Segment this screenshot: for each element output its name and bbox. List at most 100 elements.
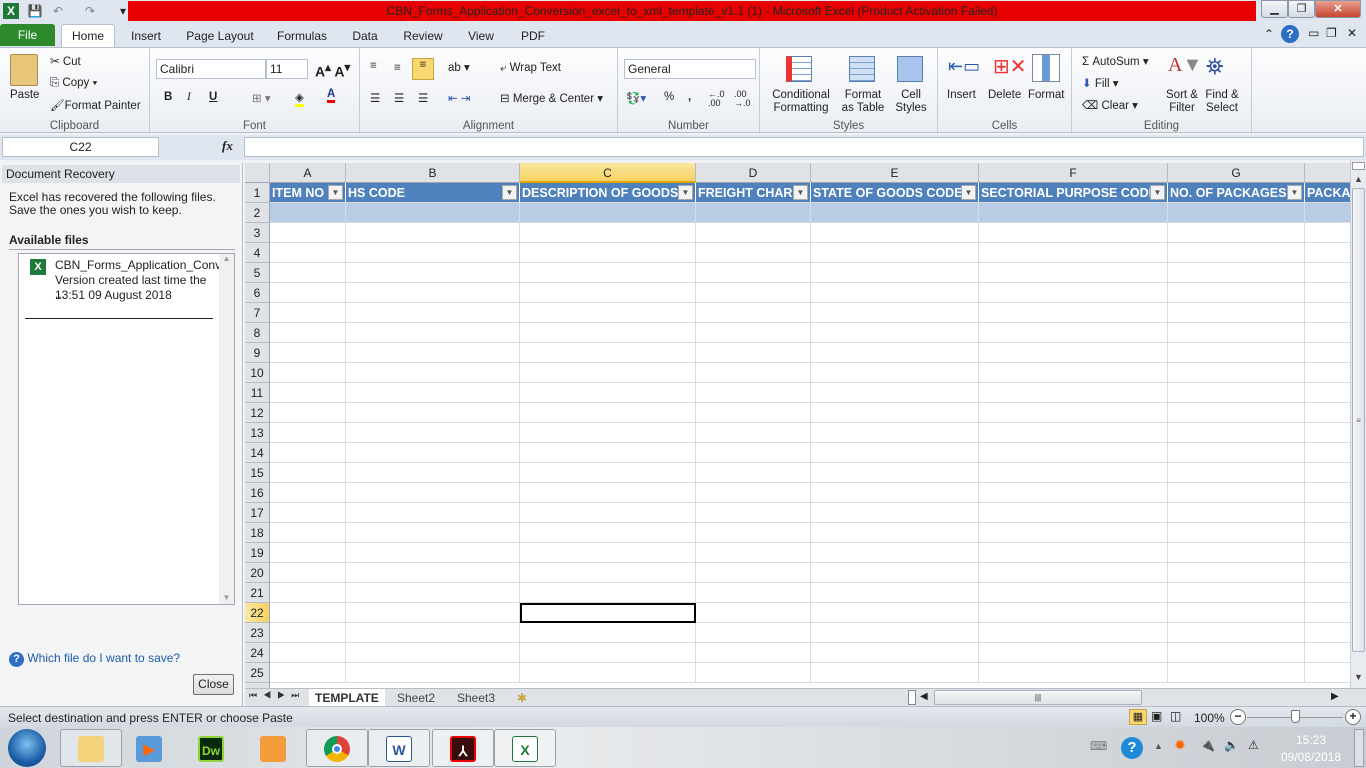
cell[interactable]: [696, 563, 811, 583]
cell[interactable]: [270, 383, 346, 403]
taskbar-media-player[interactable]: ▶: [118, 729, 180, 767]
clock-time[interactable]: 15:23: [1280, 733, 1342, 747]
row-header[interactable]: 4: [245, 243, 270, 263]
column-header[interactable]: [1305, 163, 1350, 183]
cell[interactable]: [1168, 343, 1305, 363]
cell[interactable]: [346, 443, 520, 463]
cell[interactable]: [979, 603, 1168, 623]
close-window-button[interactable]: ✕: [1315, 0, 1361, 18]
cell[interactable]: [696, 643, 811, 663]
cell[interactable]: [1168, 603, 1305, 623]
cell[interactable]: [1168, 583, 1305, 603]
cell[interactable]: [1168, 443, 1305, 463]
cell[interactable]: [270, 263, 346, 283]
table-header-cell[interactable]: PACKA: [1305, 183, 1350, 203]
cell[interactable]: [520, 423, 696, 443]
cell[interactable]: [979, 223, 1168, 243]
cell[interactable]: [346, 243, 520, 263]
tab-file[interactable]: File: [0, 24, 55, 46]
cell[interactable]: [979, 623, 1168, 643]
row-header[interactable]: 2: [245, 203, 270, 223]
cell[interactable]: [346, 403, 520, 423]
underline-button[interactable]: U: [209, 91, 217, 103]
cell[interactable]: [979, 403, 1168, 423]
row-header[interactable]: 7: [245, 303, 270, 323]
currency-icon[interactable]: 💱▾: [626, 91, 646, 105]
cell[interactable]: [346, 643, 520, 663]
zoom-slider-thumb[interactable]: [1291, 710, 1300, 723]
cell[interactable]: [979, 463, 1168, 483]
indent-icons[interactable]: ⇤ ⇥: [448, 91, 470, 105]
taskbar-acrobat[interactable]: ⅄: [432, 729, 494, 767]
cell[interactable]: [270, 483, 346, 503]
cell[interactable]: [270, 523, 346, 543]
cell[interactable]: [696, 423, 811, 443]
filter-dropdown-icon[interactable]: ▼: [678, 185, 693, 200]
help-link[interactable]: ? Which file do I want to save?: [9, 651, 180, 667]
taskbar-photo-viewer[interactable]: [242, 729, 304, 767]
cell[interactable]: [1305, 543, 1350, 563]
cell[interactable]: [979, 663, 1168, 683]
font-color-icon[interactable]: A: [327, 88, 336, 103]
tab-home[interactable]: Home: [61, 24, 115, 48]
cell[interactable]: [520, 223, 696, 243]
taskbar-dreamweaver[interactable]: Dw: [180, 729, 242, 767]
cell[interactable]: [520, 483, 696, 503]
workbook-close-icon[interactable]: ✕: [1347, 26, 1357, 40]
cell[interactable]: [811, 203, 979, 223]
paste-button[interactable]: Paste: [10, 89, 39, 101]
cell[interactable]: [1168, 463, 1305, 483]
cell[interactable]: [346, 583, 520, 603]
cell[interactable]: [979, 483, 1168, 503]
page-break-view-icon[interactable]: ◫: [1170, 709, 1181, 723]
cell[interactable]: [346, 383, 520, 403]
cell[interactable]: [811, 343, 979, 363]
show-desktop-button[interactable]: [1354, 729, 1364, 767]
cell[interactable]: [696, 583, 811, 603]
cell[interactable]: [811, 283, 979, 303]
table-header-cell[interactable]: ITEM NO ▼: [270, 183, 346, 203]
cell[interactable]: [811, 603, 979, 623]
table-header-cell[interactable]: NO. OF PACKAGES ▼: [1168, 183, 1305, 203]
cell[interactable]: [811, 263, 979, 283]
cell[interactable]: [811, 583, 979, 603]
center-icon[interactable]: ☰: [394, 91, 404, 105]
row-header[interactable]: 12: [245, 403, 270, 423]
table-header-cell[interactable]: STATE OF GOODS CODE ▼: [811, 183, 979, 203]
cell[interactable]: [811, 403, 979, 423]
cell[interactable]: [1305, 643, 1350, 663]
filter-dropdown-icon[interactable]: ▼: [793, 185, 808, 200]
cell[interactable]: [520, 563, 696, 583]
cell[interactable]: [520, 463, 696, 483]
row-header[interactable]: 16: [245, 483, 270, 503]
row-header[interactable]: 20: [245, 563, 270, 583]
scroll-thumb[interactable]: ≡: [1352, 188, 1365, 652]
cell[interactable]: [696, 283, 811, 303]
borders-icon[interactable]: ⊞ ▾: [252, 91, 271, 105]
cell[interactable]: [1168, 623, 1305, 643]
row-header[interactable]: 13: [245, 423, 270, 443]
filter-dropdown-icon[interactable]: ▼: [502, 185, 517, 200]
row-header[interactable]: 11: [245, 383, 270, 403]
cell[interactable]: [811, 243, 979, 263]
filter-dropdown-icon[interactable]: ▼: [1287, 185, 1302, 200]
scroll-down-icon[interactable]: ▼: [1354, 672, 1363, 682]
collapse-ribbon-icon[interactable]: ⌃: [1264, 27, 1274, 41]
cell[interactable]: [346, 263, 520, 283]
start-button[interactable]: [8, 729, 46, 767]
sort-filter-button[interactable]: Sort & Filter: [1162, 89, 1202, 115]
row-header[interactable]: 23: [245, 623, 270, 643]
cell[interactable]: [270, 223, 346, 243]
cell[interactable]: [1305, 383, 1350, 403]
cell[interactable]: [1168, 483, 1305, 503]
cell[interactable]: [346, 423, 520, 443]
redo-icon[interactable]: ↷: [82, 3, 98, 19]
cell[interactable]: [520, 583, 696, 603]
align-left-icon[interactable]: ☰: [370, 91, 380, 105]
list-scrollbar[interactable]: ▲ ▼: [219, 254, 234, 604]
table-header-cell[interactable]: FREIGHT CHARG ▼: [696, 183, 811, 203]
cell[interactable]: [270, 503, 346, 523]
cell[interactable]: [696, 443, 811, 463]
cell[interactable]: [270, 443, 346, 463]
cell[interactable]: [520, 203, 696, 223]
